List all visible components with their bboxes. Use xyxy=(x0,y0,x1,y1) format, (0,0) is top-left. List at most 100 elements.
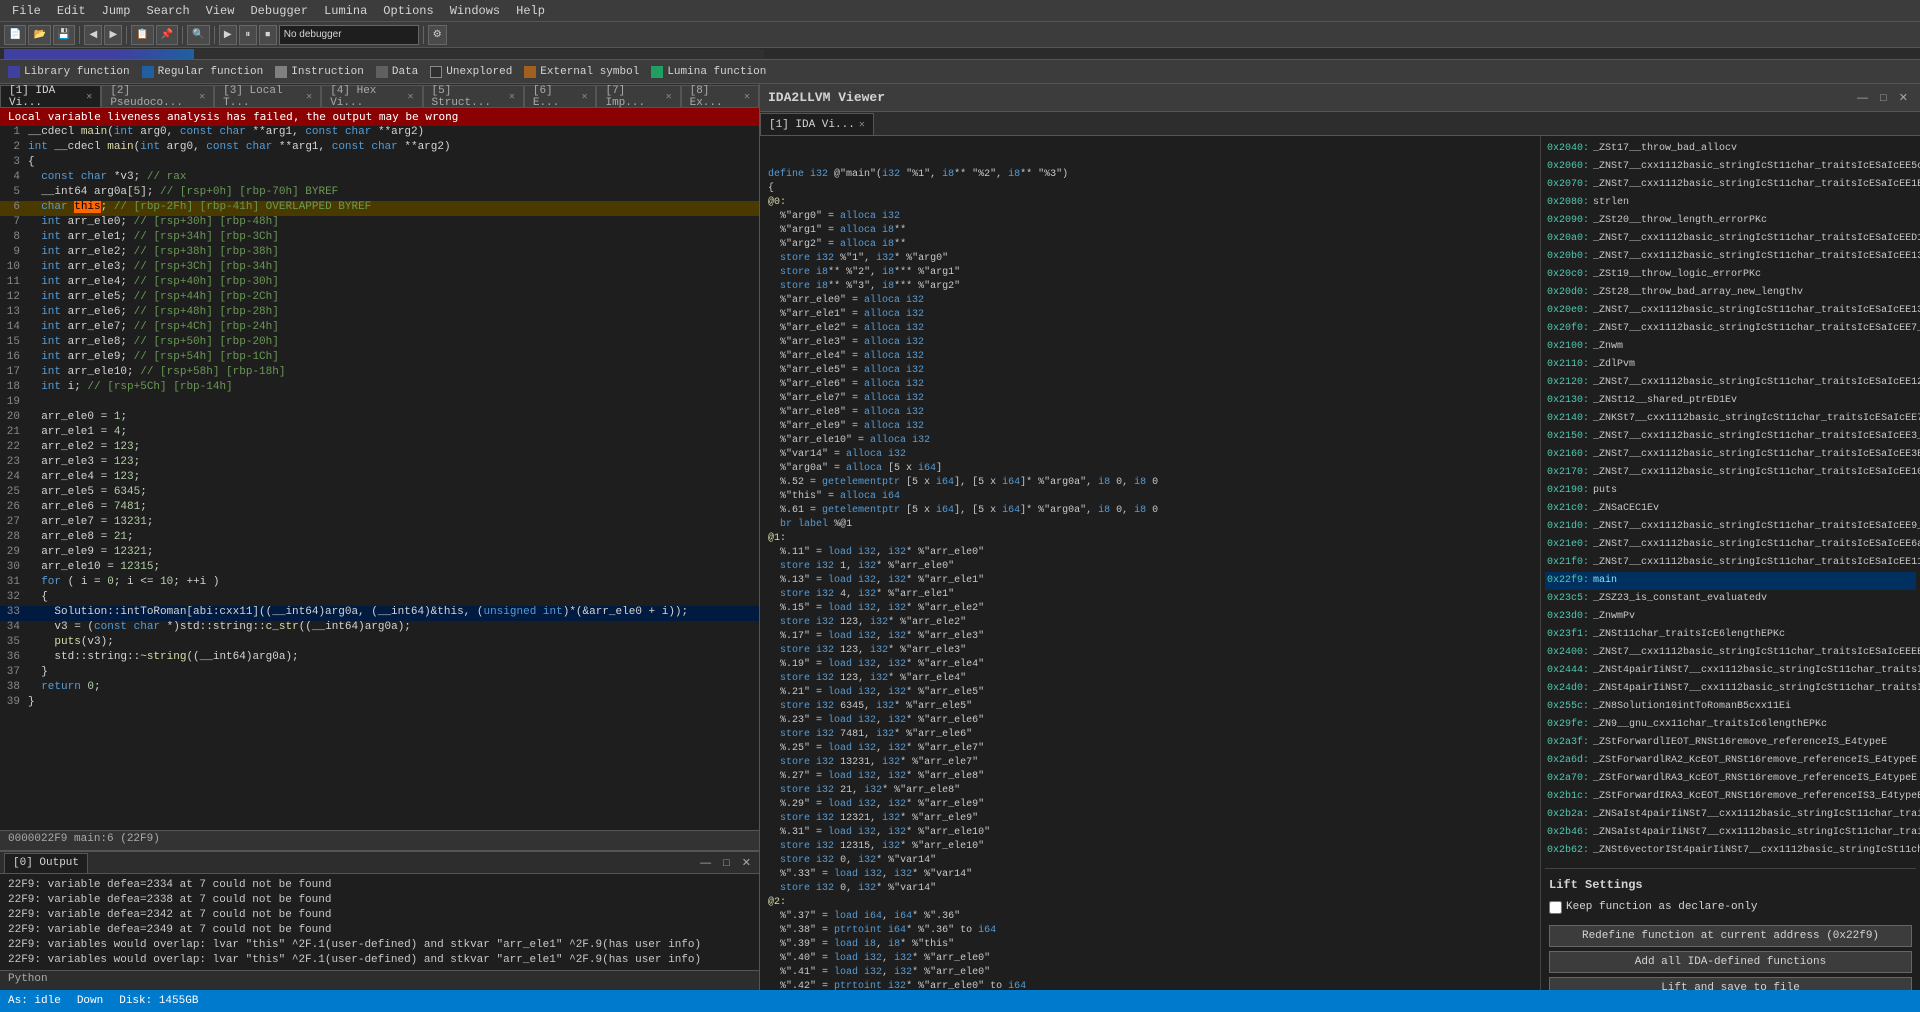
ref-line[interactable]: 0x2060:_ZNSt7__cxx1112basic_stringIcSt11… xyxy=(1545,158,1916,176)
llvm-ir-pane[interactable]: define i32 @"main"(i32 "%1", i8** "%2", … xyxy=(760,136,1540,990)
debugger-input[interactable] xyxy=(279,25,419,45)
menu-lumina[interactable]: Lumina xyxy=(316,2,375,20)
ref-line[interactable]: 0x2040:_ZSt17__throw_bad_allocv xyxy=(1545,140,1916,158)
llvm-close[interactable]: ✕ xyxy=(1895,90,1912,105)
ref-line[interactable]: 0x20c0:_ZSt19__throw_logic_errorPKc xyxy=(1545,266,1916,284)
ref-line[interactable]: 0x2140:_ZNKSt7__cxx1112basic_stringIcSt1… xyxy=(1545,410,1916,428)
legend-data-color xyxy=(376,66,388,78)
copy-btn[interactable]: 📋 xyxy=(131,25,153,45)
ref-line[interactable]: 0x21e0:_ZNSt7__cxx1112basic_stringIcSt11… xyxy=(1545,536,1916,554)
ref-line[interactable]: 0x20e0:_ZNSt7__cxx1112basic_stringIcSt11… xyxy=(1545,302,1916,320)
menu-view[interactable]: View xyxy=(198,2,243,20)
output-close[interactable]: ✕ xyxy=(738,855,755,870)
stop-btn[interactable]: ⏹ xyxy=(259,25,277,45)
ref-line[interactable]: 0x2190:puts xyxy=(1545,482,1916,500)
menu-file[interactable]: File xyxy=(4,2,49,20)
tab-7-close[interactable]: ✕ xyxy=(744,91,750,103)
ref-line[interactable]: 0x23c5:_ZSZ23_is_constant_evaluatedv xyxy=(1545,590,1916,608)
output-tab-0[interactable]: [0] Output xyxy=(4,853,88,873)
ref-line[interactable]: 0x29fe:_ZN9__gnu_cxx11char_traitsIc6leng… xyxy=(1545,716,1916,734)
pause-btn[interactable]: ⏸ xyxy=(239,25,257,45)
lift-declare-only-checkbox[interactable] xyxy=(1549,901,1562,914)
ref-line[interactable]: 0x24d0:_ZNSt4pairIiNSt7__cxx1112basic_st… xyxy=(1545,680,1916,698)
tab-2-close[interactable]: ✕ xyxy=(306,91,312,103)
ref-line[interactable]: 0x2b1c:_ZStForwardIRA3_KcEOT_RNSt16remov… xyxy=(1545,788,1916,806)
tab-2[interactable]: [3] Local T... ✕ xyxy=(214,85,321,107)
back-btn[interactable]: ◀ xyxy=(84,25,102,45)
ref-line[interactable]: 0x20b0:_ZNSt7__cxx1112basic_stringIcSt11… xyxy=(1545,248,1916,266)
lift-add-all-btn[interactable]: Add all IDA-defined functions xyxy=(1549,951,1912,973)
ref-line[interactable]: 0x2444:_ZNSt4pairIiNSt7__cxx1112basic_st… xyxy=(1545,662,1916,680)
tab-1[interactable]: [2] Pseudoco... ✕ xyxy=(101,85,214,107)
tab-5[interactable]: [6] E... ✕ xyxy=(524,85,597,107)
tab-0-close[interactable]: ✕ xyxy=(86,91,92,103)
output-minimize[interactable]: — xyxy=(696,856,715,870)
ref-line[interactable]: 0x2120:_ZNSt7__cxx1112basic_stringIcSt11… xyxy=(1545,374,1916,392)
llvm-tab-close[interactable]: ✕ xyxy=(859,119,865,131)
ref-line[interactable]: 0x21f0:_ZNSt7__cxx1112basic_stringIcSt11… xyxy=(1545,554,1916,572)
menu-help[interactable]: Help xyxy=(508,2,553,20)
menu-windows[interactable]: Windows xyxy=(442,2,508,20)
tab-6[interactable]: [7] Imp... ✕ xyxy=(596,85,680,107)
tab-5-close[interactable]: ✕ xyxy=(581,91,587,103)
ref-line[interactable]: 0x2b2a:_ZNSaIst4pairIiNSt7__cxx1112basic… xyxy=(1545,806,1916,824)
ref-line[interactable]: 0x2130:_ZNSt12__shared_ptrED1Ev xyxy=(1545,392,1916,410)
line-number: 3 xyxy=(0,156,28,168)
tab-7[interactable]: [8] Ex... ✕ xyxy=(681,85,759,107)
line-content: arr_ele3 = 123; xyxy=(28,456,140,468)
save-btn[interactable]: 💾 xyxy=(53,25,75,45)
ref-line[interactable]: 0x2100:_Znwm xyxy=(1545,338,1916,356)
ref-line[interactable]: 0x2a6d:_ZStForwardlRA2_KcEOT_RNSt16remov… xyxy=(1545,752,1916,770)
ref-line[interactable]: 0x2110:_ZdlPvm xyxy=(1545,356,1916,374)
ref-line[interactable]: 0x2400:_ZNSt7__cxx1112basic_stringIcSt11… xyxy=(1545,644,1916,662)
lift-redefine-btn[interactable]: Redefine function at current address (0x… xyxy=(1549,925,1912,947)
ref-line[interactable]: 0x23d0:_ZnwmPv xyxy=(1545,608,1916,626)
tab-3[interactable]: [4] Hex Vi... ✕ xyxy=(321,85,422,107)
ref-line[interactable]: 0x20f0:_ZNSt7__cxx1112basic_stringIcSt11… xyxy=(1545,320,1916,338)
output-restore[interactable]: □ xyxy=(719,856,734,870)
open-btn[interactable]: 📂 xyxy=(28,25,50,45)
ref-line[interactable]: 0x255c:_ZN8Solution10intToRomanB5cxx11Ei xyxy=(1545,698,1916,716)
llvm-refs-pane[interactable]: 0x2040:_ZSt17__throw_bad_allocv0x2060:_Z… xyxy=(1540,136,1920,990)
ref-line[interactable]: 0x21d0:_ZNSt7__cxx1112basic_stringIcSt11… xyxy=(1545,518,1916,536)
ref-line[interactable]: 0x2a3f:_ZStForwardlIEOT_RNSt16remove_ref… xyxy=(1545,734,1916,752)
llvm-minimize[interactable]: — xyxy=(1853,90,1872,105)
llvm-tab-ida[interactable]: [1] IDA Vi... ✕ xyxy=(760,113,874,135)
ref-line[interactable]: 0x2a70:_ZStForwardlRA3_KcEOT_RNSt16remov… xyxy=(1545,770,1916,788)
ref-line[interactable]: 0x2080:strlen xyxy=(1545,194,1916,212)
menu-options[interactable]: Options xyxy=(375,2,441,20)
llvm-restore[interactable]: □ xyxy=(1876,90,1891,105)
new-btn[interactable]: 📄 xyxy=(4,25,26,45)
paste-btn[interactable]: 📌 xyxy=(156,25,178,45)
ref-line[interactable]: 0x2150:_ZNSt7__cxx1112basic_stringIcSt11… xyxy=(1545,428,1916,446)
ref-line[interactable]: 0x2070:_ZNSt7__cxx1112basic_stringIcSt11… xyxy=(1545,176,1916,194)
line-number: 17 xyxy=(0,366,28,378)
tab-4-close[interactable]: ✕ xyxy=(509,91,515,103)
tab-6-close[interactable]: ✕ xyxy=(666,91,672,103)
tab-4[interactable]: [5] Struct... ✕ xyxy=(423,85,524,107)
ref-line[interactable]: 0x2170:_ZNSt7__cxx1112basic_stringIcSt11… xyxy=(1545,464,1916,482)
menu-jump[interactable]: Jump xyxy=(94,2,139,20)
ref-line[interactable]: 0x20d0:_ZSt28__throw_bad_array_new_lengt… xyxy=(1545,284,1916,302)
lift-save-btn[interactable]: Lift and save to file xyxy=(1549,977,1912,990)
ref-line[interactable]: 0x2b46:_ZNSaIst4pairIiNSt7__cxx1112basic… xyxy=(1545,824,1916,842)
search-btn[interactable]: 🔍 xyxy=(187,25,209,45)
ref-line[interactable]: 0x2b62:_ZNSt6vectorISt4pairIiNSt7__cxx11… xyxy=(1545,842,1916,860)
menu-debugger[interactable]: Debugger xyxy=(242,2,316,20)
code-area[interactable]: Local variable liveness analysis has fai… xyxy=(0,108,759,830)
menu-edit[interactable]: Edit xyxy=(49,2,94,20)
fwd-btn[interactable]: ▶ xyxy=(104,25,122,45)
output-content[interactable]: 22F9: variable defea=2334 at 7 could not… xyxy=(0,874,759,970)
tab-0[interactable]: [1] IDA Vi... ✕ xyxy=(0,85,101,107)
ref-line[interactable]: 0x21c0:_ZNSaCEC1Ev xyxy=(1545,500,1916,518)
run-btn[interactable]: ▶ xyxy=(219,25,237,45)
ref-line[interactable]: 0x2090:_ZSt20__throw_length_errorPKc xyxy=(1545,212,1916,230)
ref-line[interactable]: 0x22f9:main xyxy=(1545,572,1916,590)
menu-search[interactable]: Search xyxy=(138,2,197,20)
tab-1-close[interactable]: ✕ xyxy=(199,91,205,103)
settings-btn[interactable]: ⚙ xyxy=(428,25,447,45)
ref-line[interactable]: 0x2160:_ZNSt7__cxx1112basic_stringIcSt11… xyxy=(1545,446,1916,464)
ref-line[interactable]: 0x23f1:_ZNSt11char_traitsIcE6lengthEPKc xyxy=(1545,626,1916,644)
ref-line[interactable]: 0x20a0:_ZNSt7__cxx1112basic_stringIcSt11… xyxy=(1545,230,1916,248)
tab-3-close[interactable]: ✕ xyxy=(408,91,414,103)
